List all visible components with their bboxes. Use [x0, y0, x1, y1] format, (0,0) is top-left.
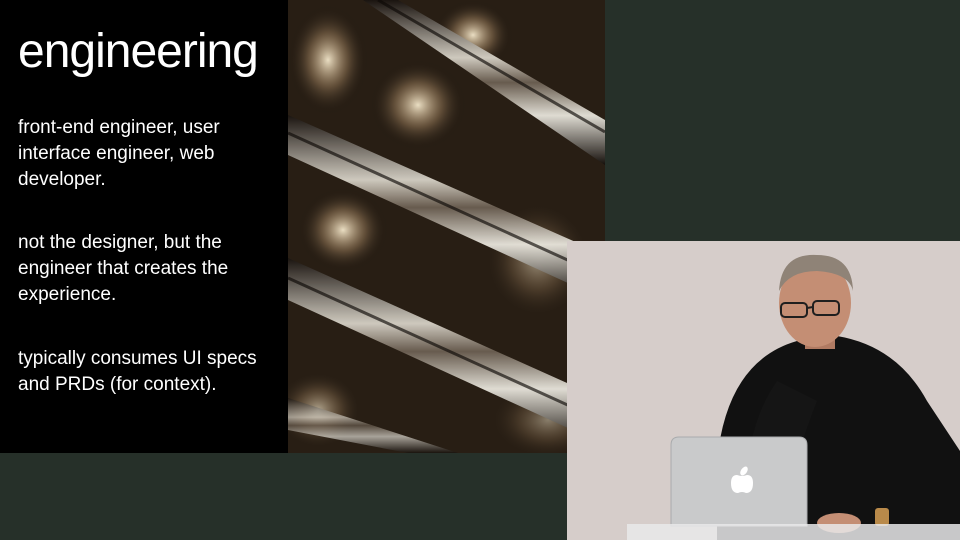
podium-glass — [627, 524, 960, 540]
slide-paragraph: typically consumes UI specs and PRDs (fo… — [18, 348, 257, 395]
slide-paragraph: front-end engineer, user interface engin… — [18, 117, 220, 190]
presentation-slide: engineering front-end engineer, user int… — [0, 0, 605, 453]
slide-photo-metal-teeth — [288, 0, 605, 453]
slide-title: engineering — [18, 25, 259, 78]
wristwatch — [875, 508, 889, 526]
speaker-video-feed — [567, 241, 960, 540]
slide-paragraph: not the designer, but the engineer that … — [18, 232, 229, 305]
